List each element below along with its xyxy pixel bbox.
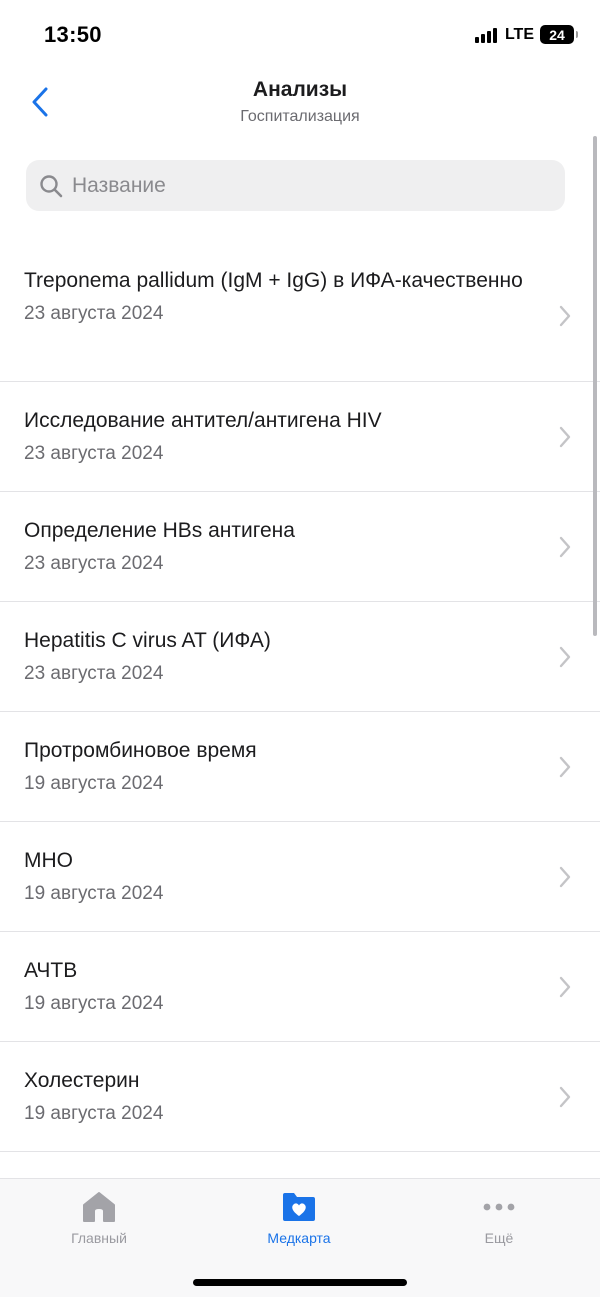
page-title: Анализы: [252, 78, 348, 101]
list-item[interactable]: Исследование антител/антигена HIV 23 авг…: [0, 382, 600, 492]
search-bar[interactable]: [26, 160, 565, 211]
chevron-right-icon: [559, 305, 571, 327]
chevron-right-icon: [559, 426, 571, 447]
item-title: МНО: [24, 849, 73, 872]
status-bar: 13:50 LTE 24: [0, 0, 600, 72]
battery-level: 24: [549, 26, 565, 43]
tab-home[interactable]: Главный: [24, 1191, 174, 1246]
list-item[interactable]: МНО 19 августа 2024: [0, 822, 600, 932]
cellular-signal-icon: [474, 27, 497, 43]
network-type: LTE: [504, 25, 534, 43]
list-item[interactable]: Холестерин 19 августа 2024: [0, 1042, 600, 1152]
tab-label: Ещё: [484, 1230, 514, 1246]
item-date: 23 августа 2024: [24, 303, 164, 324]
item-title: Определение HBs антигена: [24, 519, 295, 542]
scrollbar[interactable]: [593, 136, 597, 636]
chevron-right-icon: [559, 646, 571, 667]
list-item[interactable]: Протромбиновое время 19 августа 2024: [0, 712, 600, 822]
navigation-header: Анализы Госпитализация: [0, 72, 600, 142]
item-date: 23 августа 2024: [24, 663, 164, 684]
item-title: АЧТВ: [24, 959, 78, 982]
item-date: 19 августа 2024: [24, 883, 164, 904]
home-icon: [83, 1192, 115, 1222]
status-time: 13:50: [44, 22, 102, 47]
item-title: Протромбиновое время: [24, 739, 257, 762]
page-subtitle: Госпитализация: [240, 108, 360, 125]
chevron-right-icon: [559, 1086, 571, 1107]
analyses-list: Treponema pallidum (IgM + IgG) в ИФА-кач…: [0, 251, 600, 1152]
list-item[interactable]: Определение HBs антигена 23 августа 2024: [0, 492, 600, 602]
home-indicator[interactable]: [193, 1279, 407, 1286]
item-date: 23 августа 2024: [24, 443, 164, 464]
tab-more[interactable]: Ещё: [424, 1191, 574, 1246]
chevron-right-icon: [559, 536, 571, 557]
search-input[interactable]: [72, 173, 512, 198]
more-dots-icon: [483, 1203, 515, 1211]
status-indicators: LTE 24: [474, 25, 578, 44]
item-title: Исследование антител/антигена HIV: [24, 409, 382, 432]
tab-medcard[interactable]: Медкарта: [224, 1191, 374, 1246]
battery-icon: 24: [540, 25, 578, 44]
item-date: 23 августа 2024: [24, 553, 164, 574]
item-date: 19 августа 2024: [24, 993, 164, 1014]
tab-label: Главный: [71, 1230, 127, 1246]
chevron-right-icon: [559, 976, 571, 997]
list-item[interactable]: АЧТВ 19 августа 2024: [0, 932, 600, 1042]
item-title: Treponema pallidum (IgM + IgG) в ИФА-кач…: [24, 269, 523, 292]
list-item[interactable]: Treponema pallidum (IgM + IgG) в ИФА-кач…: [0, 251, 600, 382]
chevron-right-icon: [559, 866, 571, 887]
list-item[interactable]: Hepatitis C virus AT (ИФА) 23 августа 20…: [0, 602, 600, 712]
item-title: Hepatitis C virus AT (ИФА): [24, 629, 271, 652]
chevron-right-icon: [559, 756, 571, 777]
item-date: 19 августа 2024: [24, 773, 164, 794]
search-icon: [38, 173, 64, 199]
item-date: 19 августа 2024: [24, 1103, 164, 1124]
tab-label: Медкарта: [267, 1230, 331, 1246]
item-title: Холестерин: [24, 1069, 140, 1092]
medcard-folder-icon: [283, 1193, 315, 1221]
